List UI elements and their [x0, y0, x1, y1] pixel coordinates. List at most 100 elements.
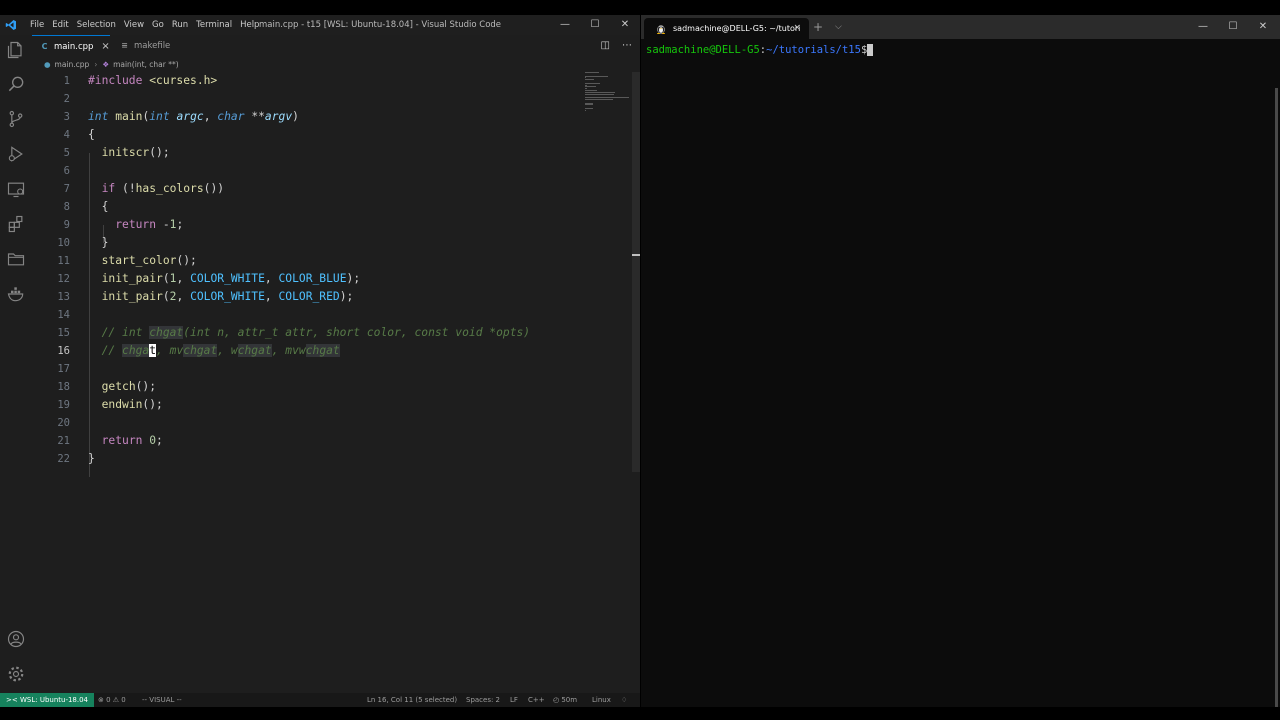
menu-edit[interactable]: Edit — [48, 15, 72, 35]
search-icon[interactable] — [6, 74, 26, 94]
code-line[interactable]: 22} — [32, 450, 582, 468]
code-token: init_pair — [101, 272, 163, 285]
remote-explorer-icon[interactable] — [6, 179, 26, 199]
menu-view[interactable]: View — [120, 15, 148, 35]
code-line[interactable]: 9 return -1; — [32, 216, 582, 234]
code-token: chgat — [183, 344, 218, 357]
code-line[interactable]: 14 — [32, 306, 582, 324]
code-line[interactable]: 21 return 0; — [32, 432, 582, 450]
tab-close-icon[interactable]: × — [101, 36, 109, 58]
line-code: // int chgat(int n, attr_t attr, short c… — [88, 324, 530, 342]
maximize-icon[interactable]: ☐ — [580, 15, 610, 35]
shell-prompt[interactable]: sadmachine@DELL-G5:~/tutorials/t15$ — [646, 43, 874, 57]
code-line[interactable]: 18 getch(); — [32, 378, 582, 396]
run-debug-icon[interactable] — [6, 144, 26, 164]
code-token: , mvw — [271, 344, 306, 357]
code-line[interactable]: 12 init_pair(1, COLOR_WHITE, COLOR_BLUE)… — [32, 270, 582, 288]
line-number: 6 — [63, 165, 70, 177]
code-line[interactable]: 8 { — [32, 198, 582, 216]
tab-makefile[interactable]: ≡ makefile — [112, 35, 182, 57]
wakatime-indicator[interactable]: ◴ 50m — [553, 693, 577, 707]
minimap-line — [585, 108, 594, 109]
docker-icon[interactable] — [6, 284, 26, 304]
terminal-tab-close-icon[interactable]: × — [793, 18, 801, 39]
source-control-icon[interactable] — [6, 109, 26, 129]
cursor-position[interactable]: Ln 16, Col 11 (5 selected) — [367, 693, 457, 707]
extensions-icon[interactable] — [6, 214, 26, 234]
code-token: argc — [176, 110, 204, 123]
tab-dropdown-chevron-icon[interactable]: ⌵ — [835, 15, 842, 39]
editor-scrollbar[interactable] — [632, 72, 640, 472]
minimize-icon[interactable]: — — [550, 15, 580, 35]
line-code: if (!has_colors()) — [88, 180, 224, 198]
menu-selection[interactable]: Selection — [73, 15, 120, 35]
code-line[interactable]: 15 // int chgat(int n, attr_t attr, shor… — [32, 324, 582, 342]
breadcrumb-symbol[interactable]: main(int, char **) — [113, 57, 179, 73]
notifications-bell-icon[interactable]: ♢ — [621, 693, 627, 707]
terminal-tab[interactable]: sadmachine@DELL-G5: ~/tutori × — [644, 18, 809, 39]
code-line[interactable]: 2 — [32, 90, 582, 108]
breadcrumb-separator-icon: › — [94, 60, 98, 69]
more-actions-icon[interactable]: ⋯ — [622, 40, 632, 51]
end-of-line[interactable]: LF — [510, 693, 518, 707]
code-token: (); — [135, 380, 157, 393]
minimap[interactable] — [584, 72, 630, 112]
code-line[interactable]: 11 start_color(); — [32, 252, 582, 270]
code-token: { — [88, 200, 109, 213]
code-line[interactable]: 10 } — [32, 234, 582, 252]
code-token: } — [88, 452, 95, 465]
terminal-titlebar: sadmachine@DELL-G5: ~/tutori × + ⌵ — ☐ ✕ — [641, 15, 1280, 39]
settings-gear-icon[interactable] — [6, 664, 26, 684]
explorer-icon[interactable] — [6, 40, 26, 60]
code-token: COLOR_BLUE — [278, 272, 347, 285]
tab-actions: ◫ ⋯ — [589, 35, 632, 57]
code-line[interactable]: 3 int main(int argc, char **argv) — [32, 108, 582, 126]
problems-indicator[interactable]: ⊗ 0 ⚠ 0 — [98, 693, 126, 707]
menu-run[interactable]: Run — [168, 15, 192, 35]
code-line[interactable]: 17 — [32, 360, 582, 378]
terminal-minimize-icon[interactable]: — — [1188, 15, 1218, 39]
terminal-scrollbar[interactable] — [1275, 88, 1278, 707]
code-token: (! — [115, 182, 136, 195]
code-token: argv — [264, 110, 293, 123]
indentation[interactable]: Spaces: 2 — [466, 693, 500, 707]
code-line[interactable]: 6 — [32, 162, 582, 180]
code-line[interactable]: 20 — [32, 414, 582, 432]
breadcrumb-file[interactable]: main.cpp — [55, 57, 90, 73]
code-line[interactable]: 5 initscr(); — [32, 144, 582, 162]
code-token: // — [101, 344, 123, 357]
os-indicator[interactable]: Linux — [592, 693, 611, 707]
tab-label: main.cpp — [54, 42, 94, 52]
line-number: 13 — [57, 291, 70, 303]
vscode-titlebar: File Edit Selection View Go Run Terminal… — [0, 15, 640, 35]
code-token: #include — [88, 74, 150, 87]
menu-go[interactable]: Go — [148, 15, 168, 35]
code-editor[interactable]: 1 #include <curses.h> 2 3 int main(int argc,… — [32, 72, 632, 682]
code-line[interactable]: 16 // chgat, mvchgat, wchgat, mvwchgat — [32, 342, 582, 360]
menu-file[interactable]: File — [26, 15, 48, 35]
code-line[interactable]: 13 init_pair(2, COLOR_WHITE, COLOR_RED); — [32, 288, 582, 306]
code-line[interactable]: 19 endwin(); — [32, 396, 582, 414]
code-line[interactable]: 1 #include <curses.h> — [32, 72, 582, 90]
remote-indicator[interactable]: >< WSL: Ubuntu-18.04 — [0, 693, 95, 707]
code-line[interactable]: 4{ — [32, 126, 582, 144]
close-icon[interactable]: ✕ — [610, 15, 640, 35]
new-tab-button[interactable]: + — [813, 15, 823, 39]
line-code: } — [88, 450, 95, 468]
terminal-maximize-icon[interactable]: ☐ — [1218, 15, 1248, 39]
split-editor-icon[interactable]: ◫ — [601, 40, 610, 51]
tab-main-cpp[interactable]: Cmain.cpp × — [32, 35, 110, 57]
terminal-tab-title: sadmachine@DELL-G5: ~/tutori — [673, 24, 801, 33]
code-line[interactable]: 7 if (!has_colors()) — [32, 180, 582, 198]
code-token: ; — [156, 434, 163, 447]
folder-icon[interactable] — [6, 249, 26, 269]
line-number: 18 — [57, 381, 70, 393]
terminal-close-icon[interactable]: ✕ — [1248, 15, 1278, 39]
code-token: ); — [346, 272, 361, 285]
code-token: , — [264, 272, 279, 285]
language-mode[interactable]: C++ — [528, 693, 545, 707]
account-icon[interactable] — [6, 629, 26, 649]
